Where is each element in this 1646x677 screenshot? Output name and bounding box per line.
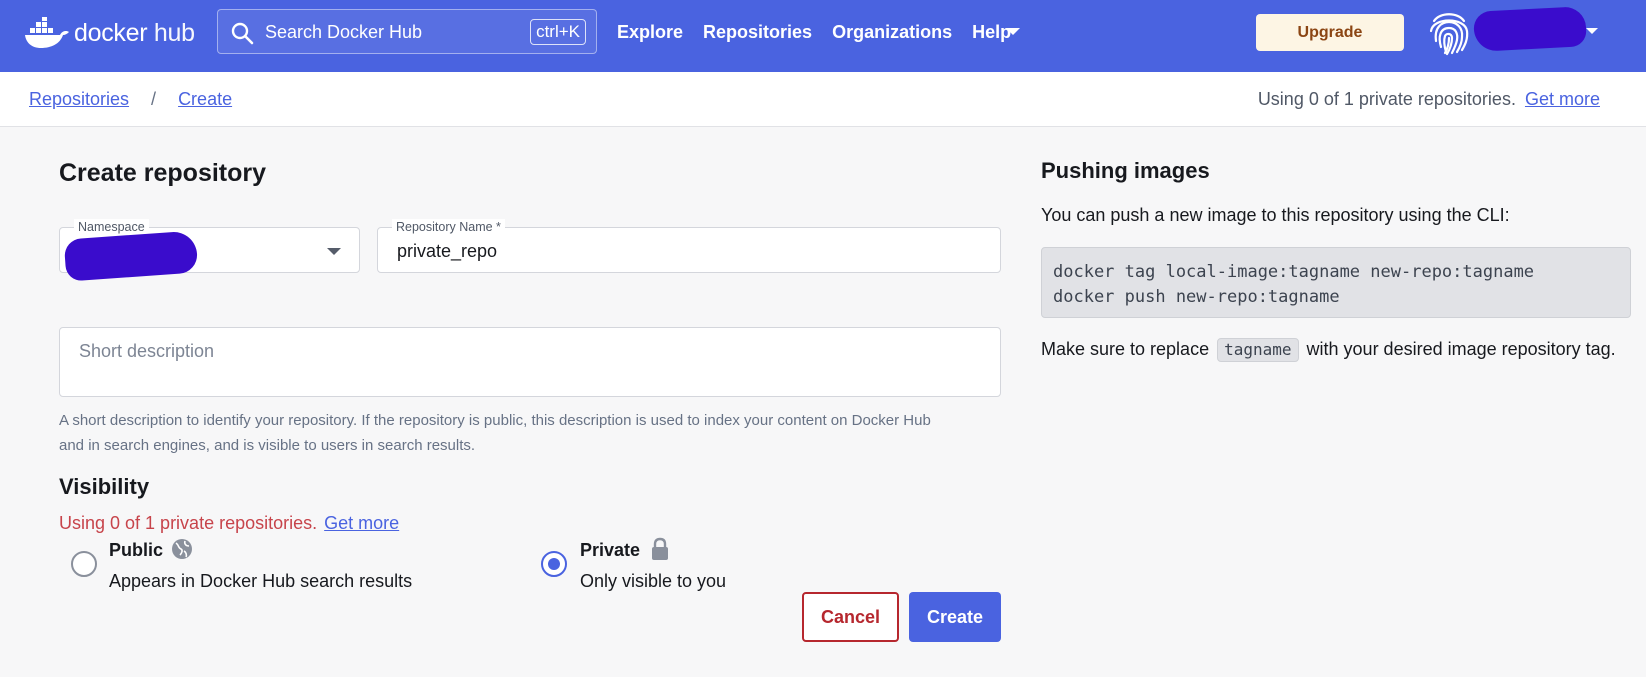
short-description-placeholder: Short description [79,341,215,361]
get-more-link[interactable]: Get more [1525,89,1600,109]
repository-name-field[interactable]: Repository Name * private_repo [377,219,1001,273]
search-shortcut-badge: ctrl+K [530,19,586,45]
search-icon [231,22,254,45]
usage-text: Using 0 of 1 private repositories. [1257,89,1516,109]
nav-repositories[interactable]: Repositories [703,20,812,44]
private-radio[interactable] [541,551,567,577]
pushing-images-heading: Pushing images [1041,158,1210,183]
cli-code-block: docker tag local-image:tagname new-repo:… [1041,247,1631,318]
logo-hub-text: hub [153,18,195,47]
note-after-text: with your desired image repository tag. [1306,339,1616,359]
nav-explore[interactable]: Explore [617,20,683,44]
top-navbar: docker hub Search Docker Hub ctrl+K Expl… [0,0,1646,72]
main-nav: Explore Repositories Organizations Help [617,20,1031,44]
short-description-field[interactable]: Short description [59,327,1001,397]
create-button[interactable]: Create [909,592,1001,642]
breadcrumb: Repositories / Create [29,89,232,110]
namespace-label: Namespace [74,219,149,235]
tagname-note: Make sure to replace tagname with your des… [1041,337,1621,362]
docker-hub-logo[interactable]: docker hub [24,13,195,53]
private-option-title[interactable]: Private [580,540,640,561]
visibility-usage-text: Using 0 of 1 private repositories. [59,513,318,533]
inline-code-tagname: tagname [1217,338,1299,362]
pushing-images-intro: You can push a new image to this reposit… [1041,205,1510,225]
description-helper-text: A short description to identify your rep… [59,412,931,454]
search-input[interactable]: Search Docker Hub ctrl+K [217,9,597,54]
search-placeholder: Search Docker Hub [265,22,423,42]
visibility-usage: Using 0 of 1 private repositories. Get m… [59,513,399,534]
code-line: docker tag local-image:tagname new-repo:… [1053,262,1535,282]
note-before-text: Make sure to replace [1041,339,1210,359]
redacted-username [1473,6,1587,52]
private-repo-usage: Using 0 of 1 private repositories. Get m… [1258,89,1600,110]
public-radio[interactable] [71,551,97,577]
redacted-namespace [63,230,199,282]
cancel-button[interactable]: Cancel [802,592,899,642]
globe-icon [172,539,192,559]
page-title: Create repository [59,159,267,187]
lock-icon [652,537,668,560]
upgrade-button[interactable]: Upgrade [1256,14,1404,51]
user-menu-chevron-down-icon[interactable] [1586,28,1598,34]
private-option-description: Only visible to you [580,571,727,591]
help-chevron-down-icon[interactable] [1006,28,1020,35]
visibility-heading: Visibility [59,474,150,499]
fingerprint-avatar-icon[interactable] [1424,7,1474,57]
breadcrumb-create[interactable]: Create [178,89,232,110]
namespace-chevron-down-icon [327,248,341,255]
breadcrumb-separator: / [151,89,157,109]
public-option-title[interactable]: Public [109,540,163,561]
docker-whale-icon [25,17,69,48]
visibility-get-more-link[interactable]: Get more [324,513,399,533]
breadcrumb-repositories[interactable]: Repositories [29,89,129,110]
namespace-select[interactable]: Namespace [59,219,360,282]
nav-organizations[interactable]: Organizations [832,20,952,44]
logo-text: docker [74,18,148,47]
repository-name-label: Repository Name * [392,219,505,235]
subheader: Repositories / Create Using 0 of 1 priva… [0,72,1646,127]
repository-name-value: private_repo [397,241,498,261]
code-line: docker push new-repo:tagname [1053,287,1340,307]
public-option-description: Appears in Docker Hub search results [109,571,413,591]
